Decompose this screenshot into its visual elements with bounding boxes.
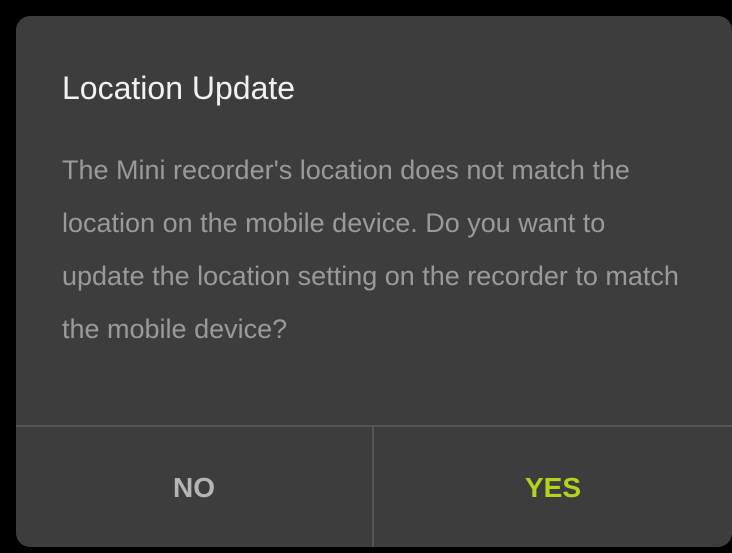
dialog-title: Location Update	[62, 70, 296, 106]
no-button[interactable]: NO	[16, 427, 374, 547]
yes-button[interactable]: YES	[374, 427, 732, 547]
dialog-message: The Mini recorder's location does not ma…	[62, 155, 679, 344]
dialog-button-row: NO YES	[16, 425, 732, 547]
location-update-dialog: Location Update The Mini recorder's loca…	[16, 16, 732, 547]
